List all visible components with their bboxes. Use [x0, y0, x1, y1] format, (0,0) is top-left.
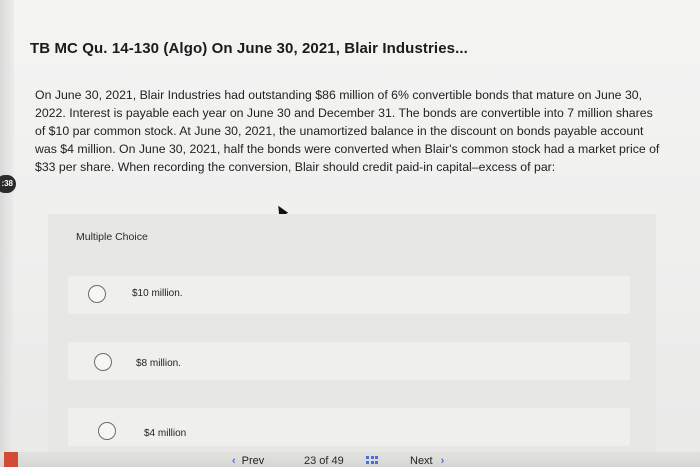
multiple-choice-panel: Multiple Choice $10 million. $8 million.… — [48, 214, 656, 467]
red-tab — [4, 452, 18, 467]
radio-button-icon[interactable] — [88, 285, 106, 303]
question-title: TB MC Qu. 14-130 (Algo) On June 30, 2021… — [30, 40, 468, 57]
grid-icon-cell — [370, 456, 374, 459]
left-strip — [0, 0, 14, 467]
chevron-left-icon: ‹ — [232, 455, 236, 467]
multiple-choice-label: Multiple Choice — [76, 231, 148, 243]
grid-icon-cell — [366, 456, 369, 459]
prev-label: Prev — [241, 455, 265, 467]
choice-option-1[interactable]: $10 million. — [68, 276, 630, 314]
choice-option-1-label: $10 million. — [132, 288, 183, 299]
chevron-right-icon: › — [440, 455, 445, 467]
grid-icon-cell — [366, 460, 369, 464]
radio-button-icon[interactable] — [98, 422, 116, 440]
prev-button[interactable]: ‹ Prev — [232, 455, 264, 467]
choice-option-2-label: $8 million. — [136, 358, 182, 369]
next-label: Next — [410, 455, 433, 467]
page-indicator: 23 of 49 — [304, 455, 344, 467]
choice-option-2[interactable]: $8 million. — [68, 342, 630, 380]
choice-option-3[interactable]: $4 million — [68, 408, 630, 446]
grid-icon-cell — [375, 460, 378, 464]
bottom-nav-bar — [0, 452, 700, 467]
grid-icon-cell — [375, 456, 378, 459]
grid-icon[interactable] — [366, 456, 378, 466]
radio-button-icon[interactable] — [94, 353, 112, 371]
next-button[interactable]: Next › — [410, 455, 444, 467]
choice-option-3-label: $4 million — [144, 428, 187, 439]
question-body: On June 30, 2021, Blair Industries had o… — [35, 88, 660, 174]
grid-icon-cell — [370, 460, 374, 464]
